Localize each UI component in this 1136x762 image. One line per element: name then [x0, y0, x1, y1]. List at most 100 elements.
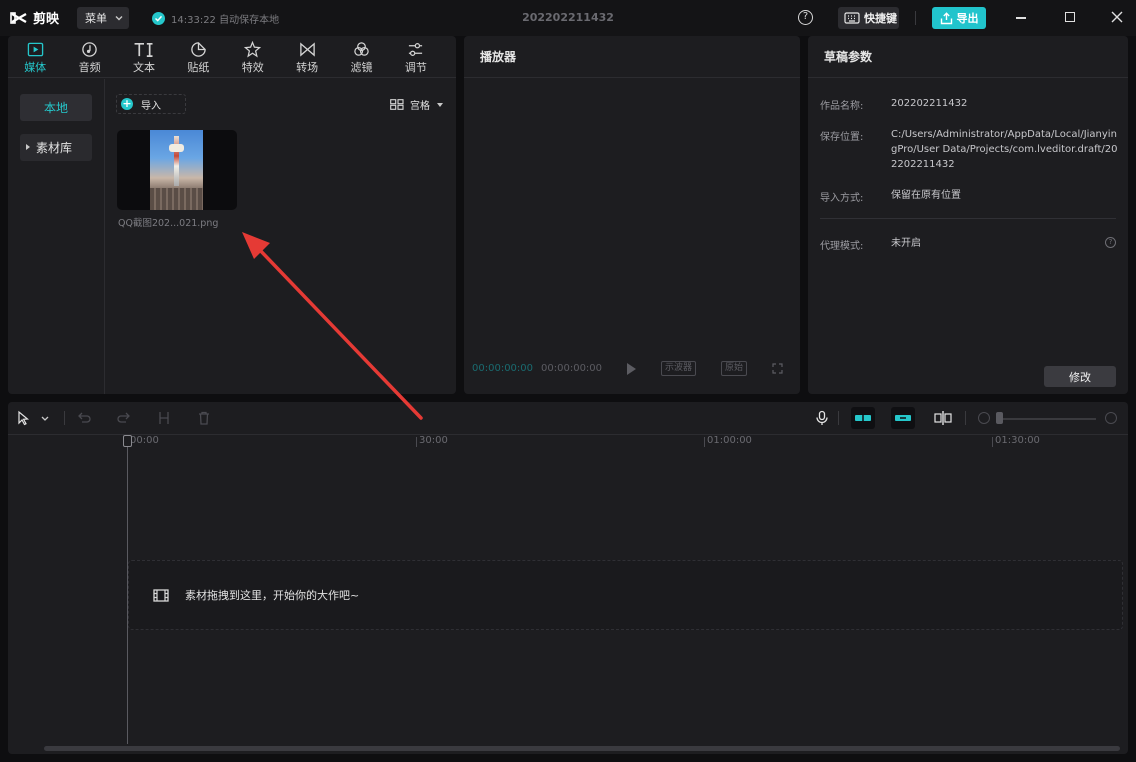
grid-view-icon: [390, 99, 404, 110]
link-icon: [895, 415, 911, 421]
zoom-slider-track[interactable]: [998, 418, 1096, 420]
title-bar: 剪映 菜单 14:33:22 自动保存本地 202202211432 ? 快捷键…: [0, 0, 1136, 36]
ruler-tick: [416, 437, 417, 447]
tab-sticker[interactable]: 贴纸: [171, 36, 225, 78]
timeline-ruler[interactable]: 00:00 30:00 01:00:00 01:30:00: [8, 435, 1128, 449]
adjust-icon: [409, 43, 423, 56]
view-mode-label: 宫格: [410, 101, 430, 112]
preview-axis-icon[interactable]: [933, 410, 953, 426]
horizontal-scrollbar[interactable]: [44, 746, 1120, 751]
shortcut-button[interactable]: 快捷键: [838, 7, 899, 29]
divider: [820, 218, 1116, 219]
app-name: 剪映: [33, 12, 60, 27]
maximize-icon[interactable]: [1065, 12, 1075, 22]
autosave-text: 14:33:22 自动保存本地: [171, 15, 280, 26]
tab-filter[interactable]: 滤镜: [334, 36, 388, 78]
sidebar-item-label: 素材库: [36, 141, 73, 155]
sidebar-item-library[interactable]: 素材库: [20, 134, 92, 161]
sidebar-item-local[interactable]: 本地: [20, 94, 92, 121]
microphone-icon[interactable]: [814, 410, 830, 426]
menu-button[interactable]: 菜单: [77, 7, 129, 29]
prop-label: 作品名称:: [820, 101, 864, 112]
total-time: 00:00:00:00: [541, 363, 603, 374]
ratio-button[interactable]: 原始: [721, 361, 748, 376]
chevron-down-icon: [437, 102, 443, 107]
chevron-down-icon[interactable]: [40, 410, 50, 426]
filter-icon: [354, 42, 369, 56]
linkage-toggle[interactable]: [891, 407, 915, 429]
help-icon[interactable]: ?: [798, 10, 813, 25]
audio-icon: [82, 42, 97, 57]
tab-label: 特效: [241, 61, 264, 74]
track-drop-zone[interactable]: 素材拖拽到这里，开始你的大作吧~: [128, 560, 1123, 630]
delete-icon[interactable]: [196, 410, 212, 426]
text-icon: [134, 42, 153, 57]
thumbnail-image: [150, 130, 203, 210]
ruler-label: 01:30:00: [995, 435, 1040, 446]
tab-label: 滤镜: [350, 61, 373, 74]
media-icon: [27, 42, 43, 57]
chevron-down-icon: [115, 16, 123, 21]
autosave-status: 14:33:22 自动保存本地: [152, 11, 279, 26]
zoom-in-icon[interactable]: [1105, 412, 1117, 424]
playhead-handle[interactable]: [123, 435, 132, 447]
tab-label: 音频: [78, 61, 101, 74]
prop-label: 保存位置:: [820, 132, 864, 143]
drop-hint: 素材拖拽到这里，开始你的大作吧~: [185, 589, 360, 602]
tab-label: 文本: [132, 61, 155, 74]
prop-value: 保留在原有位置: [891, 190, 961, 201]
fullscreen-icon[interactable]: [772, 363, 783, 374]
view-mode-dropdown[interactable]: 宫格: [390, 97, 443, 112]
help-icon[interactable]: ?: [1105, 237, 1116, 248]
play-icon[interactable]: [627, 363, 636, 375]
tab-effects[interactable]: 特效: [226, 36, 280, 78]
media-thumbnail[interactable]: [117, 130, 237, 210]
tab-media[interactable]: 媒体: [8, 36, 62, 78]
zoom-out-icon[interactable]: [978, 412, 990, 424]
snap-icon: [855, 412, 871, 424]
transition-icon: [299, 42, 315, 57]
tab-label: 调节: [404, 61, 427, 74]
keyboard-icon: [844, 12, 860, 24]
import-button[interactable]: + 导入: [116, 94, 186, 114]
undo-icon[interactable]: [76, 410, 92, 426]
tab-adjust[interactable]: 调节: [389, 36, 443, 78]
minimize-icon[interactable]: [1016, 17, 1026, 19]
select-cursor-icon[interactable]: [16, 410, 32, 426]
building-graphic: [150, 188, 203, 210]
app-logo: 剪映: [10, 8, 59, 27]
caret-right-icon: [26, 144, 30, 150]
prop-label: 导入方式:: [820, 193, 864, 204]
sticker-icon: [191, 42, 206, 57]
auto-snap-toggle[interactable]: [851, 407, 875, 429]
app-window: 剪映 菜单 14:33:22 自动保存本地 202202211432 ? 快捷键…: [0, 0, 1136, 762]
tab-transition[interactable]: 转场: [280, 36, 334, 78]
tab-audio[interactable]: 音频: [62, 36, 116, 78]
media-file-name: QQ截图202...021.png: [118, 218, 219, 229]
check-icon: [152, 12, 165, 25]
export-label: 导出: [956, 12, 979, 25]
film-icon: [153, 588, 169, 602]
export-button[interactable]: 导出: [932, 7, 986, 29]
player-title: 播放器: [464, 36, 800, 78]
split-icon[interactable]: [156, 410, 172, 426]
tower-cap-graphic: [169, 144, 184, 152]
zoom-slider-handle[interactable]: [996, 412, 1003, 424]
ruler-label: 00:00: [130, 435, 159, 446]
redo-icon[interactable]: [116, 410, 132, 426]
close-icon[interactable]: [1110, 10, 1124, 24]
player-panel: 播放器 00:00:00:00 00:00:00:00 示波器 原始: [464, 36, 800, 394]
import-label: 导入: [141, 100, 161, 112]
tab-text[interactable]: 文本: [117, 36, 171, 78]
shortcut-label: 快捷键: [864, 12, 897, 25]
player-timecode: 00:00:00:00 00:00:00:00: [472, 363, 602, 374]
scope-button[interactable]: 示波器: [661, 361, 697, 376]
export-icon: [940, 11, 952, 24]
prop-value: 未开启: [891, 238, 921, 249]
media-side-nav: 本地 素材库: [8, 79, 105, 394]
tab-label: 转场: [296, 61, 319, 74]
draft-params-panel: 草稿参数 作品名称: 202202211432 保存位置: C:/Users/A…: [808, 36, 1128, 394]
modify-button[interactable]: 修改: [1044, 366, 1116, 387]
props-title: 草稿参数: [808, 36, 1128, 78]
current-time: 00:00:00:00: [472, 363, 534, 374]
